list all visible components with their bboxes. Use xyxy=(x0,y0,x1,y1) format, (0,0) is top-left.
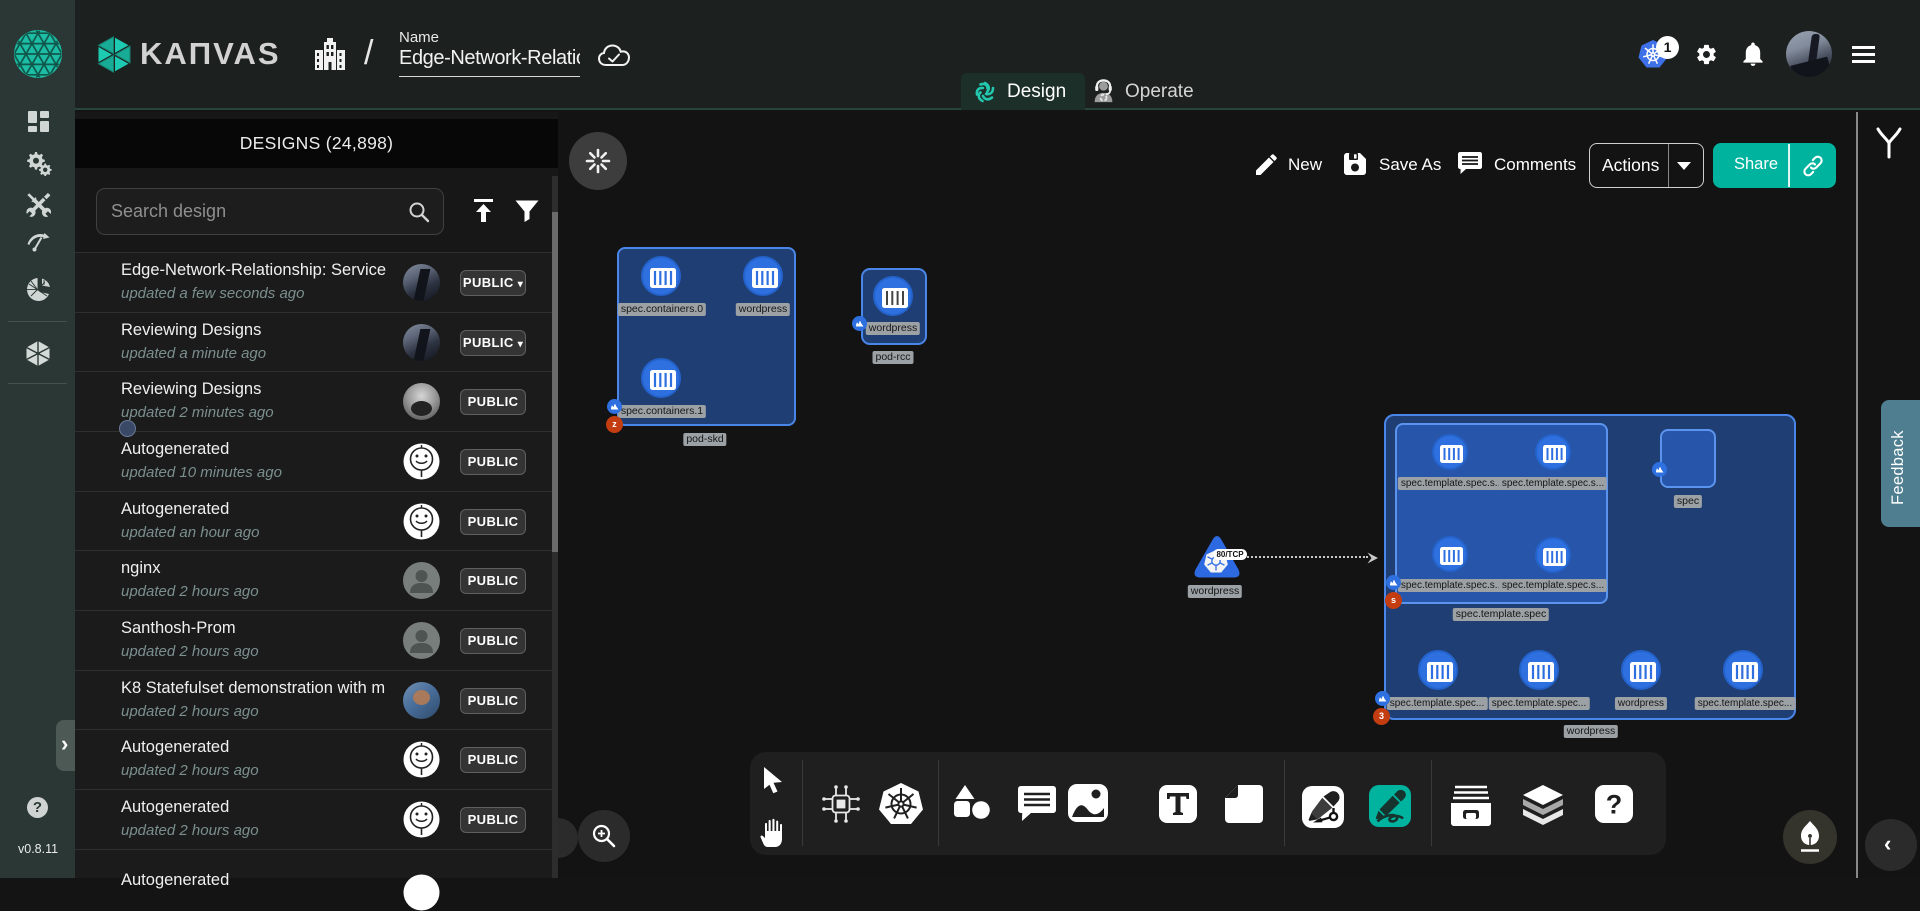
svg-text:?: ? xyxy=(1606,790,1623,820)
